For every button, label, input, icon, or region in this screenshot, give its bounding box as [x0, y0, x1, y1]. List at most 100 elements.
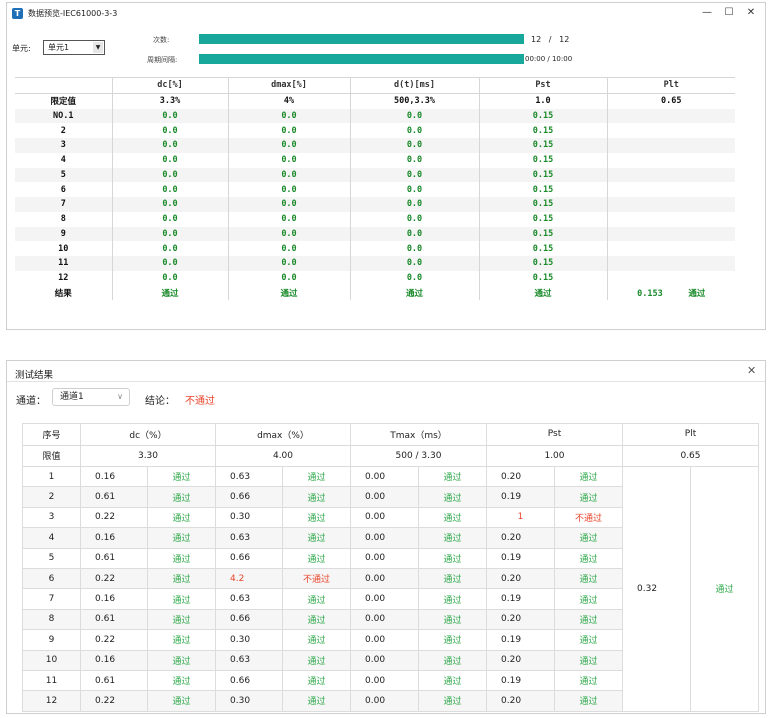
- minimize-button[interactable]: —: [699, 6, 715, 20]
- table-cell: 0.0: [111, 167, 228, 183]
- value-cell: 0.61: [80, 547, 148, 569]
- table-cell: 0.0: [227, 167, 350, 183]
- row-index: 5: [22, 547, 81, 569]
- value-cell: 0.20: [486, 649, 555, 671]
- window-title: 数据预览-IEC61000-3-3: [28, 9, 118, 18]
- value-cell: 4.2: [215, 567, 283, 590]
- unit-label: 单元:: [12, 44, 31, 53]
- period-progress-fill: [199, 54, 524, 64]
- value-cell: 0.00: [350, 649, 419, 671]
- unit-select-value: 单元1: [48, 43, 70, 52]
- verdict-cell: 通过: [554, 629, 623, 651]
- plt-value-cell: 0.32: [622, 466, 691, 712]
- close-icon[interactable]: ✕: [747, 364, 756, 377]
- verdict-cell: 通过: [282, 649, 351, 671]
- verdict-cell: 通过: [418, 465, 487, 488]
- table-cell: [606, 152, 735, 168]
- table-cell: 7: [15, 197, 112, 212]
- table-cell: 0.0: [111, 256, 228, 271]
- table-cell: 0.0: [349, 138, 479, 153]
- column-header: Pst: [486, 423, 623, 446]
- row-index: 10: [22, 649, 81, 671]
- row-index: 8: [22, 608, 81, 631]
- limit-cell: 500,3.3%: [349, 93, 479, 109]
- verdict-cell: 通过: [147, 465, 216, 488]
- count-progress-fill: [199, 34, 524, 44]
- limit-cell: 限值: [22, 444, 81, 467]
- result-window-title: 测试结果: [15, 370, 54, 381]
- result-cell: 0.153 通过: [606, 285, 735, 301]
- verdict-cell: 通过: [282, 588, 351, 610]
- table-cell: [606, 182, 735, 197]
- limit-cell: 4%: [227, 93, 350, 109]
- table-cell: 0.15: [478, 182, 607, 197]
- value-cell: 0.20: [486, 608, 555, 631]
- verdict-cell: 通过: [418, 669, 487, 692]
- table-cell: 0.0: [111, 182, 228, 197]
- limit-cell: 500 / 3.30: [350, 444, 487, 467]
- limit-cell: 1.0: [478, 93, 607, 109]
- table-row: 4 0.0 0.0 0.0 0.15: [15, 152, 735, 168]
- value-cell: 0.00: [350, 608, 419, 631]
- app-logo-icon: T: [12, 8, 23, 19]
- unit-select[interactable]: 单元1 ▼: [43, 40, 105, 55]
- table-cell: 0.0: [111, 197, 228, 212]
- table-header-row: 序号 dc（%） dmax（%） Tmax（ms） Pst Plt: [22, 423, 759, 446]
- period-progress-bar: [199, 54, 524, 64]
- row-index: 9: [22, 629, 81, 651]
- table-cell: 0.15: [478, 270, 607, 286]
- table-cell: 0.0: [349, 182, 479, 197]
- maximize-button[interactable]: ☐: [721, 6, 737, 20]
- row-index: 11: [22, 669, 81, 692]
- value-cell: 0.16: [80, 465, 148, 488]
- table-cell: [606, 197, 735, 212]
- result-row: 结果 通过 通过 通过 通过 0.153 通过: [15, 285, 735, 301]
- verdict-cell: 通过: [147, 506, 216, 529]
- verdict-cell: 通过: [282, 527, 351, 549]
- limit-row: 限值 3.30 4.00 500 / 3.30 1.00 0.65: [22, 444, 759, 467]
- column-header: d(t)[ms]: [349, 77, 479, 94]
- column-header: dmax[%]: [227, 77, 350, 94]
- table-cell: 0.0: [349, 270, 479, 286]
- table-cell: 3: [15, 138, 112, 153]
- value-cell: 0.61: [80, 486, 148, 508]
- column-header: dc（%）: [80, 423, 216, 446]
- table-cell: 12: [15, 270, 112, 286]
- table-cell: 0.15: [478, 123, 607, 138]
- divider: [7, 381, 765, 382]
- verdict-cell: 通过: [418, 588, 487, 610]
- verdict-cell: 通过: [554, 527, 623, 549]
- table-cell: 0.0: [111, 108, 228, 124]
- data-preview-window: T 数据预览-IEC61000-3-3 — ☐ ✕ 单元: 单元1 ▼ 次数: …: [6, 2, 766, 330]
- table-cell: 0.0: [227, 256, 350, 271]
- channel-select-value: 通道1: [60, 392, 84, 402]
- result-cell: 通过: [111, 285, 228, 301]
- table-cell: 6: [15, 182, 112, 197]
- value-cell: 0.19: [486, 629, 555, 651]
- table-cell: 0.0: [111, 123, 228, 138]
- table-cell: [606, 270, 735, 286]
- verdict-cell: 通过: [554, 486, 623, 508]
- table-cell: [606, 256, 735, 271]
- count-text: 12 / 12: [531, 35, 570, 44]
- table-cell: 0.15: [478, 241, 607, 256]
- value-cell: 0.63: [215, 588, 283, 610]
- table-row: 7 0.0 0.0 0.0 0.15: [15, 197, 735, 212]
- table-cell: 9: [15, 226, 112, 242]
- table-cell: 0.15: [478, 152, 607, 168]
- verdict-cell: 不通过: [554, 506, 623, 529]
- table-cell: 0.0: [227, 152, 350, 168]
- table-cell: 0.15: [478, 197, 607, 212]
- column-header: Plt: [622, 423, 759, 446]
- row-index: 12: [22, 690, 81, 712]
- table-row: NO.1 0.0 0.0 0.0 0.15: [15, 108, 735, 124]
- verdict-cell: 通过: [554, 608, 623, 631]
- close-button[interactable]: ✕: [743, 6, 759, 20]
- row-index: 1: [22, 465, 81, 488]
- table-header-row: dc[%] dmax[%] d(t)[ms] Pst Plt: [15, 77, 735, 94]
- verdict-cell: 通过: [282, 608, 351, 631]
- verdict-cell: 通过: [554, 669, 623, 692]
- value-cell: 0.30: [215, 506, 283, 529]
- channel-select[interactable]: 通道1 ∨: [52, 388, 130, 406]
- table-cell: 0.0: [111, 211, 228, 227]
